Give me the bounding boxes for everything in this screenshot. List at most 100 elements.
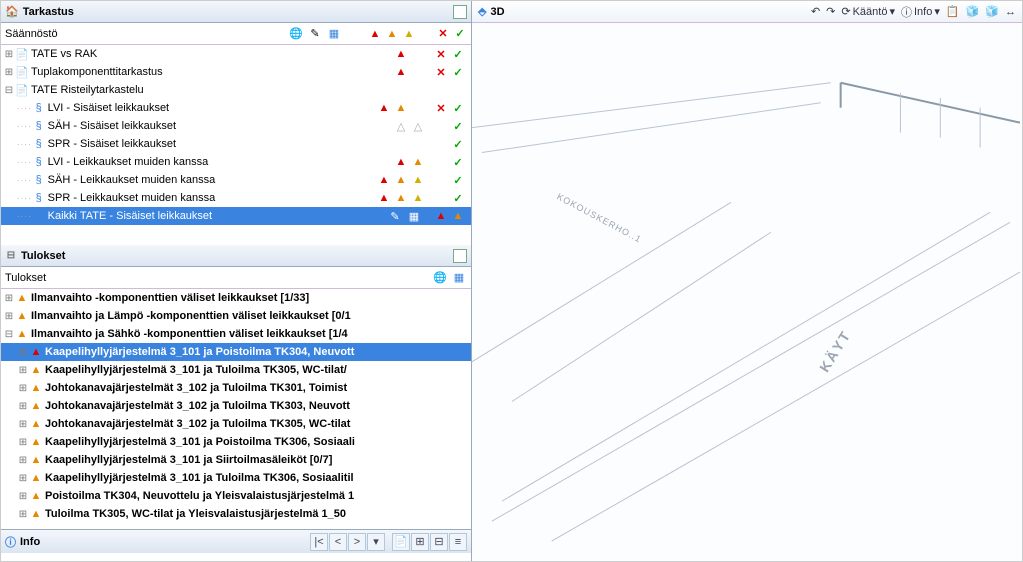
rule-label: TATE vs RAK	[29, 48, 97, 60]
rule-row[interactable]: ····§LVI - Sisäiset leikkaukset▲▲✕✓	[1, 99, 471, 117]
tarkastus-title: Tarkastus	[23, 6, 74, 18]
list-button[interactable]: ≡	[449, 533, 467, 551]
cube-icon: ⬘	[478, 5, 486, 18]
restore-button[interactable]	[453, 249, 467, 263]
rule-row[interactable]: ····§LVI - Leikkaukset muiden kanssa▲▲✓	[1, 153, 471, 171]
warn-org-icon: ▲	[29, 363, 43, 377]
tree-toggle[interactable]	[17, 508, 29, 520]
rules-subheader: Säännöstö 🌐 ✎ ▦ ▲ ▲ ▲ ✕ ✓	[1, 23, 471, 45]
warn-org-icon: ▲	[29, 489, 43, 503]
undo-button[interactable]: ↶	[811, 5, 820, 18]
collapse-toggle[interactable]	[5, 250, 17, 262]
tree-toggle[interactable]	[17, 364, 29, 376]
warn-orange-icon[interactable]: ▲	[385, 27, 399, 41]
result-row[interactable]: ▲Kaapelihyllyjärjestelmä 3_101 ja Poisto…	[1, 343, 471, 361]
warn-red-icon: ▲	[394, 155, 408, 169]
viewport-title: 3D	[490, 6, 504, 18]
expand-button[interactable]: ⊞	[411, 533, 429, 551]
rule-row[interactable]: ····§SÄH - Leikkaukset muiden kanssa▲▲▲✓	[1, 171, 471, 189]
results-tree[interactable]: ▲ Ilmanvaihto -komponenttien väliset leik…	[1, 289, 471, 529]
warn-org-icon: ▲	[394, 173, 408, 187]
rule-row[interactable]: ····§SPR - Leikkaukset muiden kanssa▲▲▲✓	[1, 189, 471, 207]
first-button[interactable]: |<	[310, 533, 328, 551]
grid-icon[interactable]: ▦	[451, 270, 467, 286]
tool1-button[interactable]: 📋	[946, 5, 960, 18]
inspection-icon: 🏠	[5, 5, 19, 18]
result-row[interactable]: ▲Ilmanvaihto ja Sähkö -komponenttien väl…	[1, 325, 471, 343]
rule-row[interactable]: 📄Tuplakomponenttitarkastus▲✕✓	[1, 63, 471, 81]
warn-red-icon: ▲	[394, 65, 408, 79]
globe-icon[interactable]: 🌐	[432, 270, 448, 286]
tree-toggle[interactable]	[3, 310, 15, 322]
result-row[interactable]: ▲Johtokanavajärjestelmät 3_102 ja Tuloil…	[1, 415, 471, 433]
rule-label: TATE Risteilytarkastelu	[29, 84, 144, 96]
grid-icon[interactable]: ▦	[406, 208, 422, 224]
rule-row[interactable]: 📄TATE Risteilytarkastelu	[1, 81, 471, 99]
dropdown-button[interactable]: ▾	[367, 533, 385, 551]
redo-button[interactable]: ↷	[826, 5, 835, 18]
tree-toggle[interactable]	[3, 328, 15, 340]
warn-yel-icon: ▲	[411, 173, 425, 187]
check-icon[interactable]: ✓	[453, 27, 467, 41]
warn-org-icon: ▲	[394, 191, 408, 205]
tree-toggle[interactable]	[17, 382, 29, 394]
result-row[interactable]: ▲Ilmanvaihto -komponenttien väliset leik…	[1, 289, 471, 307]
rule-row[interactable]: ····§Kaikki TATE - Sisäiset leikkaukset✎…	[1, 207, 471, 225]
result-row[interactable]: ▲Kaapelihyllyjärjestelmä 3_101 ja Tuloil…	[1, 469, 471, 487]
rules-tree[interactable]: 📄TATE vs RAK▲✕✓📄Tuplakomponenttitarkastu…	[1, 45, 471, 245]
rule-row[interactable]: ····§SÄH - Sisäiset leikkaukset△△✓	[1, 117, 471, 135]
rotate-menu[interactable]: ⟳ Kääntö ▾	[841, 5, 895, 18]
tree-toggle[interactable]	[3, 66, 15, 78]
chk-grn-icon: ✓	[451, 47, 465, 61]
tree-toggle[interactable]	[17, 418, 29, 430]
tree-toggle[interactable]	[17, 490, 29, 502]
result-label: Kaapelihyllyjärjestelmä 3_101 ja Poistoi…	[43, 346, 354, 358]
3d-viewport[interactable]: KÄYT KOKOUSKERHO..1	[472, 23, 1022, 561]
restore-button[interactable]	[453, 5, 467, 19]
wand-icon[interactable]: ✎	[387, 208, 403, 224]
result-row[interactable]: ▲Tuloilma TK305, WC-tilat ja Yleisvalais…	[1, 505, 471, 523]
tree-toggle[interactable]	[17, 436, 29, 448]
result-label: Ilmanvaihto -komponenttien väliset leikk…	[29, 292, 309, 304]
tree-toggle[interactable]	[17, 454, 29, 466]
warn-yellow-icon[interactable]: ▲	[402, 27, 416, 41]
tree-toggle[interactable]	[3, 84, 15, 96]
tree-toggle[interactable]	[17, 400, 29, 412]
rule-label: SÄH - Sisäiset leikkaukset	[46, 120, 176, 132]
result-row[interactable]: ▲Poistoilma TK304, Neuvottelu ja Yleisva…	[1, 487, 471, 505]
rule-row[interactable]: 📄TATE vs RAK▲✕✓	[1, 45, 471, 63]
rule-row[interactable]: ····§SPR - Sisäiset leikkaukset✓	[1, 135, 471, 153]
chk-grn-icon: ✓	[451, 119, 465, 133]
warn-red-icon: ▲	[377, 101, 391, 115]
result-row[interactable]: ▲Ilmanvaihto ja Lämpö -komponenttien väl…	[1, 307, 471, 325]
tree-toggle[interactable]	[17, 346, 29, 358]
tool4-button[interactable]: ↔	[1005, 6, 1016, 18]
globe-icon[interactable]: 🌐	[288, 26, 304, 42]
result-row[interactable]: ▲Kaapelihyllyjärjestelmä 3_101 ja Poisto…	[1, 433, 471, 451]
tool3-button[interactable]: 🧊	[985, 5, 999, 18]
warn-org-icon: ▲	[29, 417, 43, 431]
tree-toggle[interactable]	[17, 472, 29, 484]
tree-toggle[interactable]	[3, 292, 15, 304]
grid-icon[interactable]: ▦	[326, 26, 342, 42]
result-row[interactable]: ▲Johtokanavajärjestelmät 3_102 ja Tuloil…	[1, 397, 471, 415]
result-row[interactable]: ▲Johtokanavajärjestelmät 3_102 ja Tuloil…	[1, 379, 471, 397]
tulokset-title: Tulokset	[21, 250, 65, 262]
warn-org-icon: ▲	[29, 435, 43, 449]
prev-button[interactable]: <	[329, 533, 347, 551]
next-button[interactable]: >	[348, 533, 366, 551]
tulokset-header: Tulokset	[1, 245, 471, 267]
warn-red-icon: ▲	[394, 47, 408, 61]
info-menu[interactable]: ⓘ Info ▾	[901, 4, 940, 20]
x-icon[interactable]: ✕	[436, 27, 450, 41]
wand-icon[interactable]: ✎	[307, 26, 323, 42]
tree-toggle[interactable]	[3, 48, 15, 60]
tool2-button[interactable]: 🧊	[966, 5, 980, 18]
result-row[interactable]: ▲Kaapelihyllyjärjestelmä 3_101 ja Siirto…	[1, 451, 471, 469]
result-row[interactable]: ▲Kaapelihyllyjärjestelmä 3_101 ja Tuloil…	[1, 361, 471, 379]
rules-label: Säännöstö	[5, 28, 288, 40]
collapse-button[interactable]: ⊟	[430, 533, 448, 551]
warn-red-icon[interactable]: ▲	[368, 27, 382, 41]
chk-grn-icon: ✓	[451, 137, 465, 151]
doc-button[interactable]: 📄	[392, 533, 410, 551]
